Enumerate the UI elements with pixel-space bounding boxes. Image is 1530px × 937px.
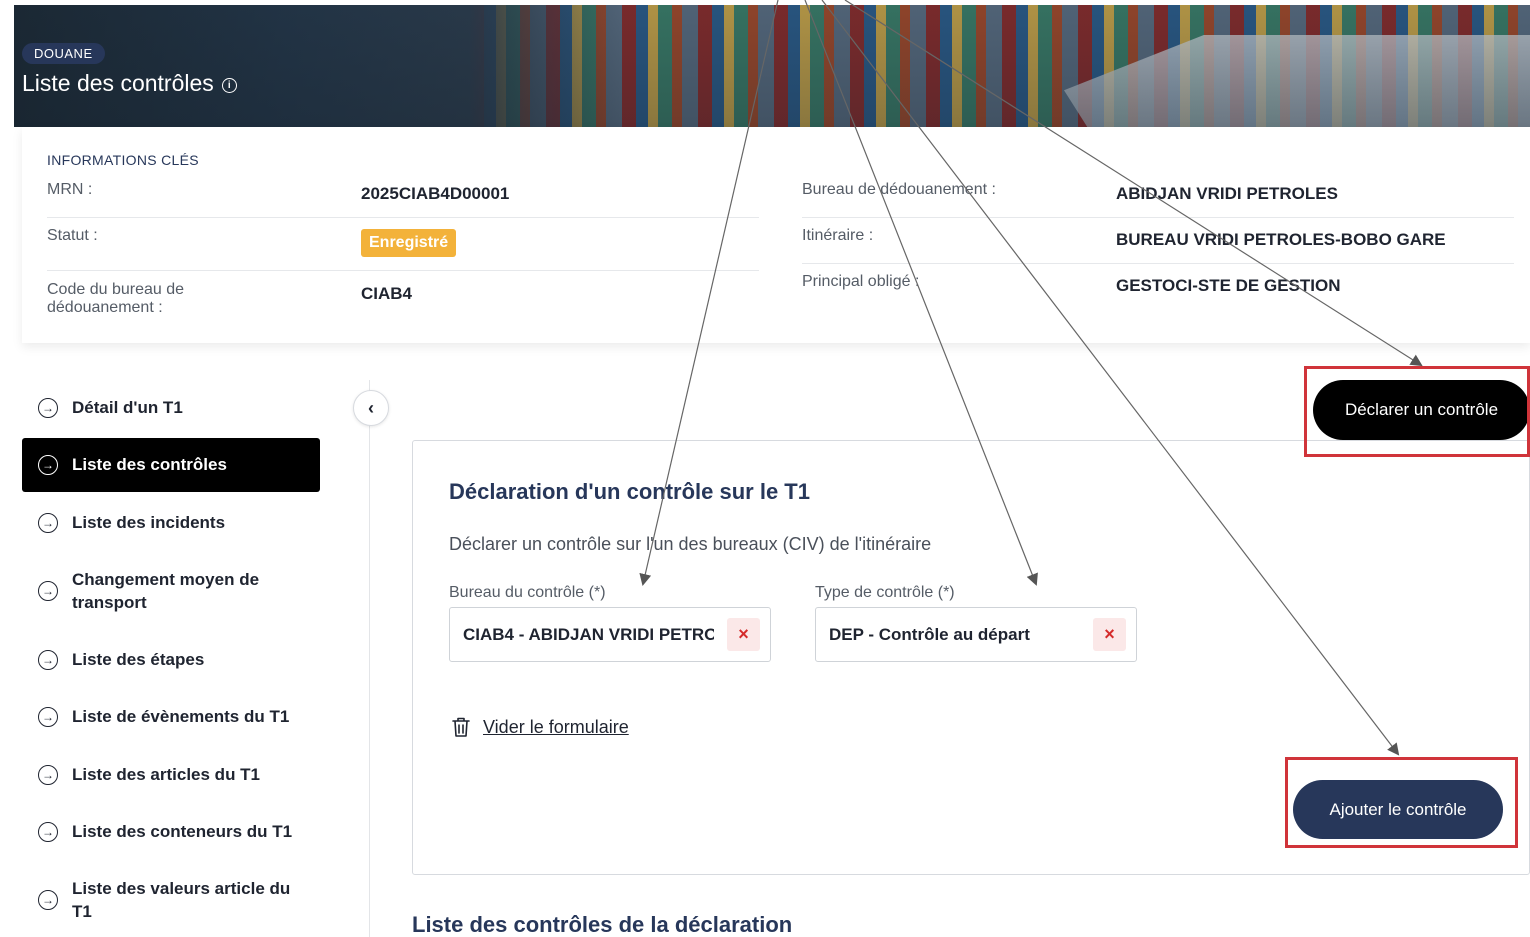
collapse-sidebar-button[interactable]: ‹: [353, 390, 389, 426]
arrow-circle-right-icon: →: [38, 398, 58, 418]
sidebar-item-liste-conteneurs[interactable]: → Liste des conteneurs du T1: [22, 814, 320, 850]
arrow-circle-right-icon: →: [38, 650, 58, 670]
arrow-circle-right-icon: →: [38, 890, 58, 910]
divider: [802, 263, 1514, 264]
arrow-circle-right-icon: →: [38, 581, 58, 601]
itinerary-label: Itinéraire :: [802, 227, 874, 244]
mrn-label: MRN :: [47, 181, 93, 198]
sidebar-item-liste-evenements[interactable]: → Liste de évènements du T1: [22, 699, 320, 735]
sidebar-item-label: Liste des articles du T1: [72, 765, 261, 784]
sidebar-item-liste-controles[interactable]: → Liste des contrôles: [22, 438, 320, 492]
sidebar-item-label: Détail d'un T1: [72, 398, 183, 417]
arrow-circle-right-icon: →: [38, 513, 58, 533]
sidebar-item-detail-t1[interactable]: → Détail d'un T1: [22, 390, 320, 426]
clear-type-icon[interactable]: ×: [1093, 618, 1126, 651]
arrow-circle-right-icon: →: [38, 455, 58, 475]
customs-office-label: Bureau de dédouanement :: [802, 181, 996, 198]
divider: [47, 270, 759, 271]
sidebar-item-changement-transport[interactable]: → Changement moyen de transport: [22, 568, 320, 614]
sidebar-divider: [369, 380, 370, 937]
trash-icon: [452, 717, 470, 737]
principal-label: Principal obligé :: [802, 273, 920, 290]
arrow-circle-right-icon: →: [38, 765, 58, 785]
annotation-highlight-add: [1285, 757, 1518, 848]
sidebar-item-label: Liste des incidents: [72, 513, 226, 532]
reset-form-label: Vider le formulaire: [483, 716, 629, 737]
sidebar-item-label: Liste des étapes: [72, 650, 205, 669]
sidebar-item-label: Liste des contrôles: [72, 455, 227, 474]
clear-bureau-icon[interactable]: ×: [727, 618, 760, 651]
sidebar-item-liste-incidents[interactable]: → Liste des incidents: [22, 505, 320, 541]
key-info-card: INFORMATIONS CLÉS MRN : 2025CIAB4D00001 …: [22, 127, 1530, 343]
bureau-select[interactable]: CIAB4 - ABIDJAN VRIDI PETROLES ×: [449, 607, 771, 662]
arrow-circle-right-icon: →: [38, 707, 58, 727]
section-badge: DOUANE: [22, 43, 105, 64]
itinerary-value: BUREAU VRIDI PETROLES-BOBO GARE: [1116, 230, 1446, 249]
page-title: Liste des contrôles i: [22, 70, 237, 97]
type-field-label: Type de contrôle (*): [815, 584, 955, 601]
sidebar-item-liste-etapes[interactable]: → Liste des étapes: [22, 642, 320, 678]
arrow-circle-right-icon: →: [38, 822, 58, 842]
bureau-field-label: Bureau du contrôle (*): [449, 584, 606, 601]
annotation-highlight-declare: [1304, 366, 1530, 457]
customs-office-value: ABIDJAN VRIDI PETROLES: [1116, 184, 1338, 203]
mrn-value: 2025CIAB4D00001: [361, 184, 510, 203]
type-select-value: DEP - Contrôle au départ: [829, 624, 1030, 644]
chevron-left-icon: ‹: [368, 397, 374, 418]
hero-banner: [14, 5, 1530, 127]
divider: [802, 217, 1514, 218]
bureau-select-value: CIAB4 - ABIDJAN VRIDI PETROLES: [463, 624, 714, 644]
customs-office-code-value: CIAB4: [361, 284, 413, 303]
customs-office-code-label: Code du bureau de dédouanement :: [47, 281, 184, 316]
sidebar-item-label: Liste de évènements du T1: [72, 707, 290, 726]
key-info-heading: INFORMATIONS CLÉS: [47, 152, 199, 168]
form-subtitle: Déclarer un contrôle sur l'un des bureau…: [449, 534, 932, 554]
sidebar-item-label: Liste des conteneurs du T1: [72, 822, 293, 841]
controls-list-title: Liste des contrôles de la déclaration: [412, 912, 793, 937]
status-badge: Enregistré: [361, 229, 457, 257]
reset-form-link[interactable]: Vider le formulaire: [451, 716, 629, 738]
sidebar-item-liste-valeurs-article[interactable]: → Liste des valeurs article du T1: [22, 877, 320, 923]
sidebar-item-liste-articles[interactable]: → Liste des articles du T1: [22, 757, 320, 793]
type-select[interactable]: DEP - Contrôle au départ ×: [815, 607, 1137, 662]
form-title: Déclaration d'un contrôle sur le T1: [449, 479, 810, 504]
sidebar-item-label: Liste des valeurs article du T1: [72, 879, 291, 921]
hero-ship-image: [1064, 35, 1530, 127]
page-title-text: Liste des contrôles: [22, 70, 214, 96]
info-icon[interactable]: i: [221, 78, 237, 93]
status-label: Statut :: [47, 227, 98, 244]
divider: [47, 217, 759, 218]
principal-value: GESTOCI-STE DE GESTION: [1116, 276, 1341, 295]
sidebar-item-label: Changement moyen de transport: [72, 570, 260, 612]
